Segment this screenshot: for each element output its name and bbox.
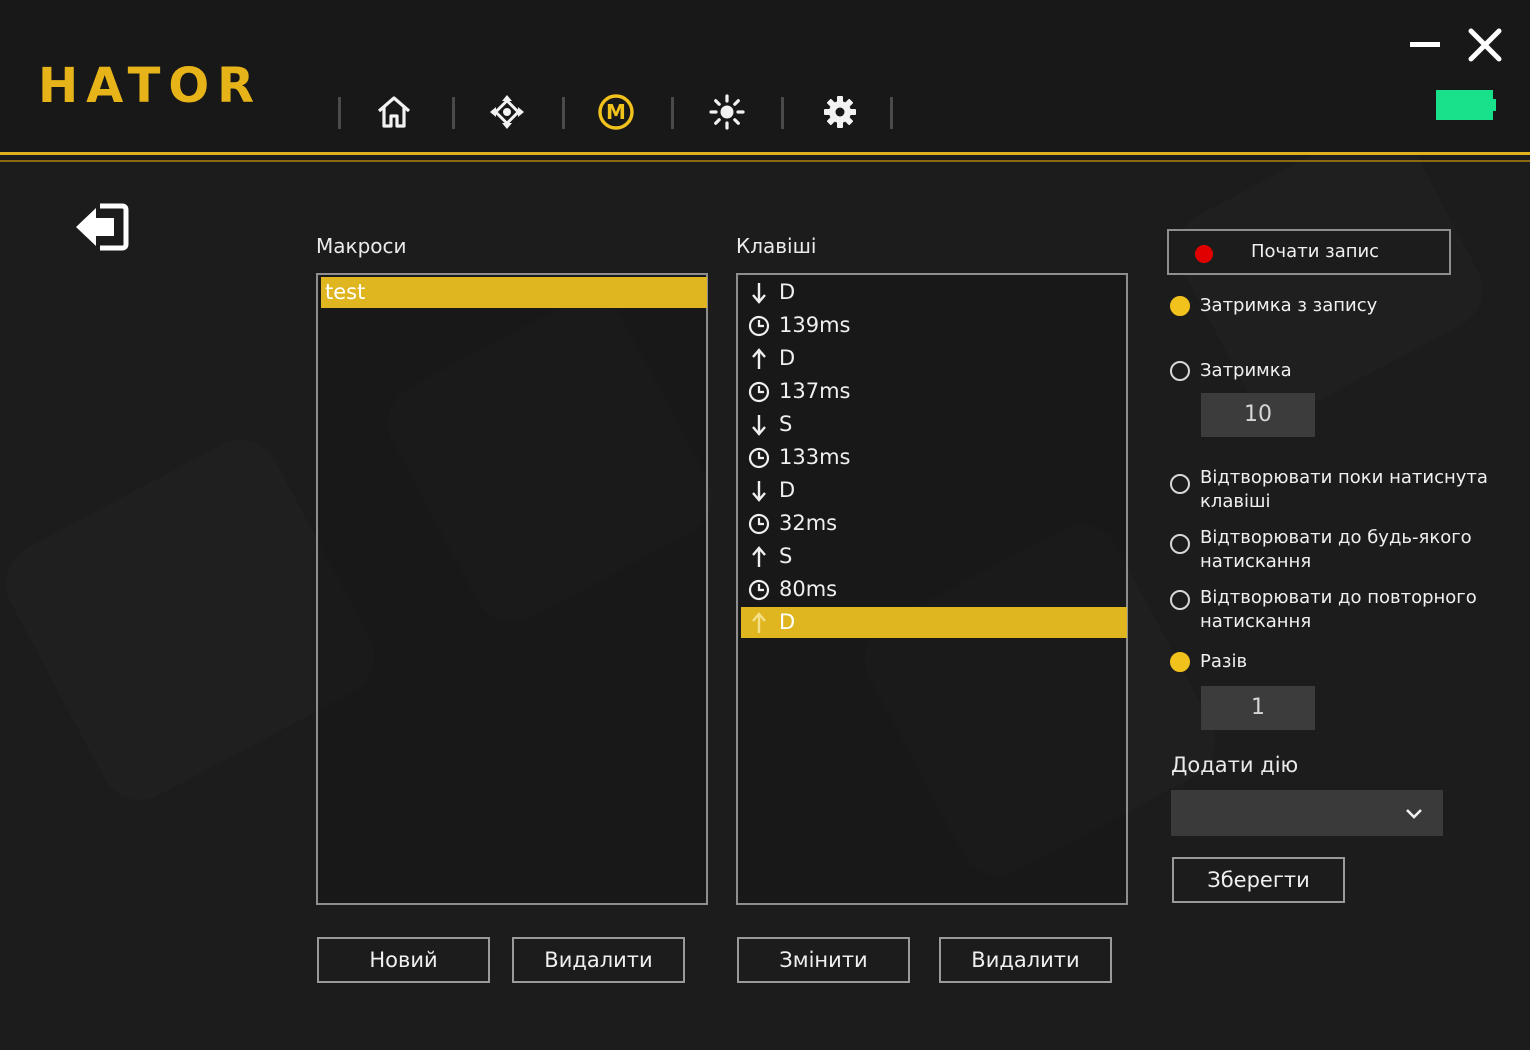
- delay-value-input[interactable]: 10: [1201, 393, 1315, 437]
- add-action-dropdown[interactable]: [1171, 790, 1443, 836]
- key-item-label: S: [779, 412, 793, 436]
- macros-label: Макроси: [316, 234, 407, 258]
- nav-separator: [781, 97, 784, 129]
- macros-list[interactable]: test: [316, 273, 708, 905]
- list-item[interactable]: 80ms: [741, 574, 1127, 605]
- clock-icon: [747, 512, 771, 536]
- header-divider: [0, 152, 1530, 162]
- chevron-down-icon: [1406, 809, 1422, 819]
- key-item-label: S: [779, 544, 793, 568]
- nav-separator: [562, 97, 565, 129]
- arrow-up-icon: [747, 611, 771, 635]
- key-item-label: 80ms: [779, 577, 838, 601]
- radio-checked-icon: [1170, 652, 1190, 672]
- keys-list[interactable]: D 139ms D 137ms S 133ms D 32ms S 80ms D: [736, 273, 1128, 905]
- radio-checked-icon: [1170, 296, 1190, 316]
- delete-macro-button[interactable]: Видалити: [512, 937, 685, 983]
- key-item-label: 139ms: [779, 313, 851, 337]
- start-recording-button[interactable]: Почати запис: [1167, 229, 1451, 275]
- back-icon[interactable]: [72, 200, 132, 254]
- key-item-label: D: [779, 280, 796, 304]
- close-icon[interactable]: [1466, 26, 1504, 64]
- play-until-any-label: Відтворювати до будь-якого натискання: [1200, 527, 1472, 572]
- minimize-icon[interactable]: [1408, 28, 1442, 62]
- radio-unchecked-icon: [1170, 534, 1190, 554]
- clock-icon: [747, 380, 771, 404]
- key-item-label: 32ms: [779, 511, 838, 535]
- list-item[interactable]: D: [741, 607, 1127, 638]
- key-item-label: D: [779, 610, 796, 634]
- arrow-up-icon: [747, 347, 771, 371]
- play-while-held-label: Відтворювати поки натиснута клавіші: [1200, 467, 1488, 512]
- nav-separator: [452, 97, 455, 129]
- macro-icon[interactable]: M: [596, 92, 636, 132]
- list-item[interactable]: 32ms: [741, 508, 1127, 539]
- radio-unchecked-icon: [1170, 590, 1190, 610]
- nav-separator: [338, 97, 341, 129]
- arrow-down-icon: [747, 413, 771, 437]
- edit-key-button[interactable]: Змінити: [737, 937, 910, 983]
- list-item[interactable]: test: [321, 277, 707, 308]
- clock-icon: [747, 446, 771, 470]
- battery-icon: [1436, 90, 1496, 120]
- delay-from-record-label: Затримка з запису: [1200, 295, 1378, 316]
- list-item[interactable]: D: [741, 277, 1127, 308]
- clock-icon: [747, 314, 771, 338]
- nav-separator: [890, 97, 893, 129]
- arrow-down-icon: [747, 479, 771, 503]
- hator-logo: HATOR: [38, 58, 263, 114]
- keys-label: Клавіші: [736, 234, 817, 258]
- arrow-down-icon: [747, 281, 771, 305]
- key-item-label: 133ms: [779, 445, 851, 469]
- lighting-icon[interactable]: [707, 92, 747, 132]
- clock-icon: [747, 578, 771, 602]
- repeat-times-label: Разів: [1200, 651, 1248, 672]
- start-recording-label: Почати запис: [1251, 241, 1380, 262]
- record-dot-icon: [1195, 245, 1213, 263]
- list-item[interactable]: D: [741, 343, 1127, 374]
- key-item-label: D: [779, 478, 796, 502]
- list-item[interactable]: D: [741, 475, 1127, 506]
- settings-icon[interactable]: [820, 92, 860, 132]
- list-item[interactable]: 139ms: [741, 310, 1127, 341]
- list-item[interactable]: 133ms: [741, 442, 1127, 473]
- radio-unchecked-icon: [1170, 474, 1190, 494]
- list-item[interactable]: S: [741, 541, 1127, 572]
- new-macro-button[interactable]: Новий: [317, 937, 490, 983]
- list-item[interactable]: 137ms: [741, 376, 1127, 407]
- fixed-delay-label: Затримка: [1200, 360, 1292, 381]
- radio-unchecked-icon: [1170, 361, 1190, 381]
- svg-text:M: M: [606, 100, 626, 124]
- list-item[interactable]: S: [741, 409, 1127, 440]
- play-until-repeat-label: Відтворювати до повторного натискання: [1200, 587, 1477, 632]
- delete-key-button[interactable]: Видалити: [939, 937, 1112, 983]
- key-item-label: D: [779, 346, 796, 370]
- arrow-up-icon: [747, 545, 771, 569]
- dpad-icon[interactable]: [487, 92, 527, 132]
- key-item-label: 137ms: [779, 379, 851, 403]
- add-action-label: Додати дію: [1171, 753, 1299, 777]
- repeat-times-input[interactable]: 1: [1201, 686, 1315, 730]
- save-button[interactable]: Зберегти: [1172, 857, 1345, 903]
- nav-separator: [671, 97, 674, 129]
- home-icon[interactable]: [374, 92, 414, 132]
